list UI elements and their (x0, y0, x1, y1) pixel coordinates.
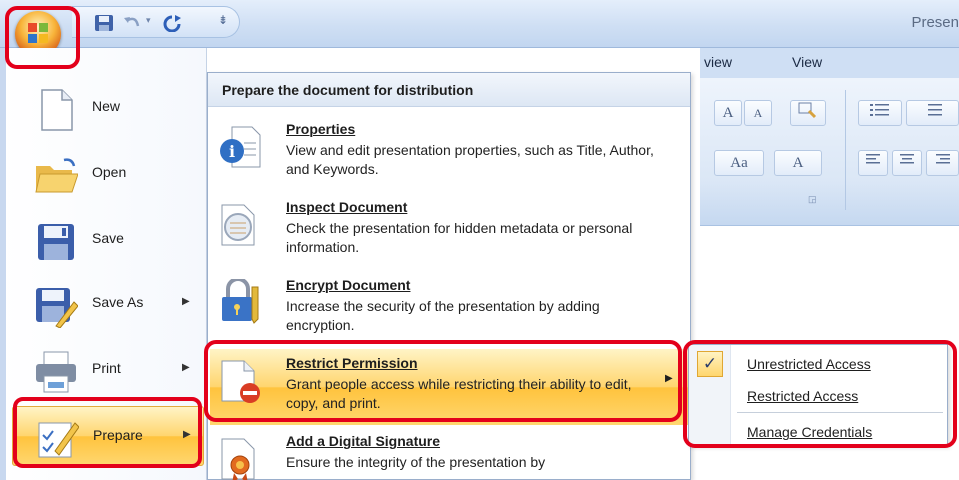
tab-review[interactable]: view (704, 54, 732, 70)
menu-item-label: New (92, 98, 121, 114)
open-folder-icon (35, 158, 78, 193)
tab-view[interactable]: View (792, 54, 822, 70)
font-color-button[interactable]: A (774, 150, 822, 176)
bullets-button[interactable] (858, 100, 902, 126)
menu-item-save-as[interactable]: Save As ▶ (12, 274, 204, 334)
submenu-item-description: Check the presentation for hidden metada… (286, 220, 633, 255)
align-left-icon (866, 154, 880, 164)
clear-formatting-button[interactable] (790, 100, 826, 126)
menu-item-label: Print (92, 360, 121, 376)
change-case-button[interactable]: Aa (714, 150, 764, 176)
submenu-item-title: Add a Digital Signature (286, 433, 441, 449)
menu-item-open[interactable]: Open (12, 144, 204, 204)
submenu-item-properties[interactable]: i Properties View and edit presentation … (210, 115, 688, 191)
grow-font-button[interactable]: A (714, 100, 742, 126)
submenu-arrow-icon: ▶ (182, 362, 190, 373)
digital-signature-icon (221, 438, 255, 480)
menu-item-label: Open (92, 164, 127, 180)
numbering-button[interactable] (906, 100, 959, 126)
save-icon[interactable] (94, 14, 114, 32)
ribbon-group-separator (845, 90, 846, 210)
quick-access-toolbar: ▾ ⇟ (72, 6, 240, 38)
align-center-icon (900, 154, 914, 164)
submenu-item-description: View and edit presentation properties, s… (286, 142, 654, 177)
encrypt-document-icon (222, 279, 259, 324)
menu-item-label: Save (92, 230, 124, 246)
submenu-item-title: Properties (286, 121, 356, 137)
ribbon-tab-strip: view View (700, 48, 959, 78)
numbering-icon (927, 104, 942, 116)
submenu-item-encrypt-document[interactable]: Encrypt Document Increase the security o… (210, 271, 688, 347)
submenu-heading: Prepare the document for distribution (208, 73, 690, 107)
align-left-button[interactable] (858, 150, 888, 176)
properties-icon: i (220, 126, 261, 168)
align-right-icon (935, 154, 950, 164)
clear-formatting-icon (798, 102, 817, 119)
restrict-permission-highlight (204, 340, 682, 422)
submenu-item-title: Inspect Document (286, 199, 408, 215)
customize-qat-icon[interactable]: ⇟ (218, 13, 228, 27)
align-right-button[interactable] (926, 150, 959, 176)
office-menu-frame (0, 48, 6, 480)
flyout-highlight (683, 340, 957, 448)
submenu-arrow-icon: ▶ (182, 296, 190, 307)
office-button-highlight (5, 6, 80, 69)
submenu-item-description: Ensure the integrity of the presentation… (286, 454, 546, 470)
svg-text:i: i (229, 142, 235, 161)
title-bar: ▾ ⇟ Presen (0, 0, 959, 48)
undo-dropdown-icon[interactable]: ▾ (146, 15, 151, 26)
menu-item-new[interactable]: New (12, 78, 204, 138)
menu-item-label: Save As (92, 294, 144, 310)
new-document-icon (41, 89, 73, 131)
redo-icon[interactable] (162, 14, 182, 32)
printer-icon (36, 351, 76, 393)
save-as-icon (36, 288, 78, 328)
shrink-font-button[interactable]: A (744, 100, 772, 126)
menu-item-save[interactable]: Save (12, 210, 204, 270)
inspect-document-icon (221, 204, 255, 246)
submenu-item-description: Increase the security of the presentatio… (286, 298, 600, 333)
prepare-highlight (13, 397, 202, 468)
ribbon: A A Aa A ◲ (700, 78, 959, 226)
submenu-item-add-digital-signature[interactable]: Add a Digital Signature Ensure the integ… (210, 427, 688, 480)
save-icon (38, 224, 74, 260)
bullets-icon (870, 104, 889, 116)
submenu-item-title: Encrypt Document (286, 277, 411, 293)
menu-item-print[interactable]: Print ▶ (12, 340, 204, 400)
submenu-item-inspect-document[interactable]: Inspect Document Check the presentation … (210, 193, 688, 269)
undo-icon[interactable] (122, 14, 142, 32)
align-center-button[interactable] (892, 150, 922, 176)
window-title: Presen (911, 14, 959, 31)
dialog-launcher-icon[interactable]: ◲ (808, 194, 817, 205)
